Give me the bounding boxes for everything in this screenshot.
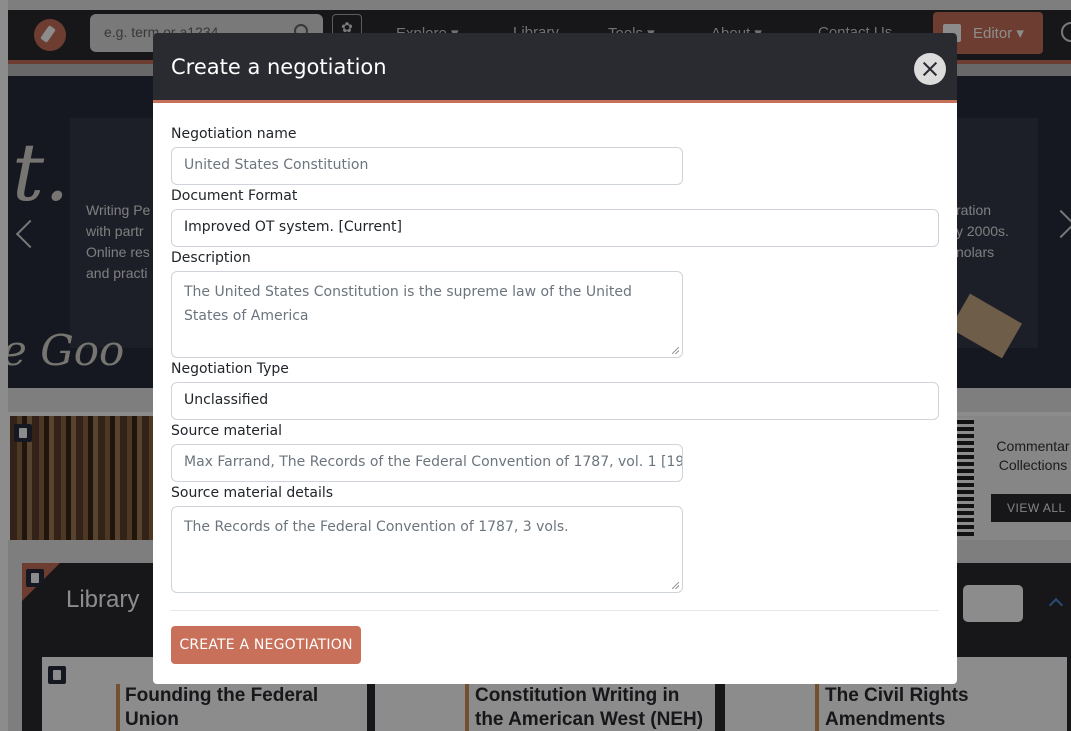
negotiation-type-select[interactable]: Unclassified (171, 382, 939, 420)
document-format-label: Document Format (171, 188, 298, 204)
source-details-textarea[interactable]: The Records of the Federal Convention of… (171, 506, 683, 593)
resize-handle-icon[interactable] (672, 347, 679, 354)
resize-handle-icon[interactable] (672, 582, 679, 589)
source-material-input[interactable]: Max Farrand, The Records of the Federal … (171, 444, 683, 482)
close-icon[interactable] (914, 53, 946, 85)
create-negotiation-button[interactable]: CREATE A NEGOTIATION (171, 626, 361, 664)
modal-divider (171, 610, 939, 611)
negotiation-name-label: Negotiation name (171, 126, 297, 142)
negotiation-name-input[interactable]: United States Constitution (171, 147, 683, 185)
description-label: Description (171, 250, 251, 266)
create-negotiation-modal: Create a negotiation Negotiation name Un… (153, 33, 957, 684)
modal-header: Create a negotiation (153, 33, 957, 103)
modal-title: Create a negotiation (171, 55, 387, 79)
source-material-label: Source material (171, 423, 282, 439)
description-textarea[interactable]: The United States Constitution is the su… (171, 271, 683, 358)
negotiation-type-label: Negotiation Type (171, 361, 289, 377)
document-format-select[interactable]: Improved OT system. [Current] (171, 209, 939, 247)
source-details-label: Source material details (171, 485, 334, 501)
